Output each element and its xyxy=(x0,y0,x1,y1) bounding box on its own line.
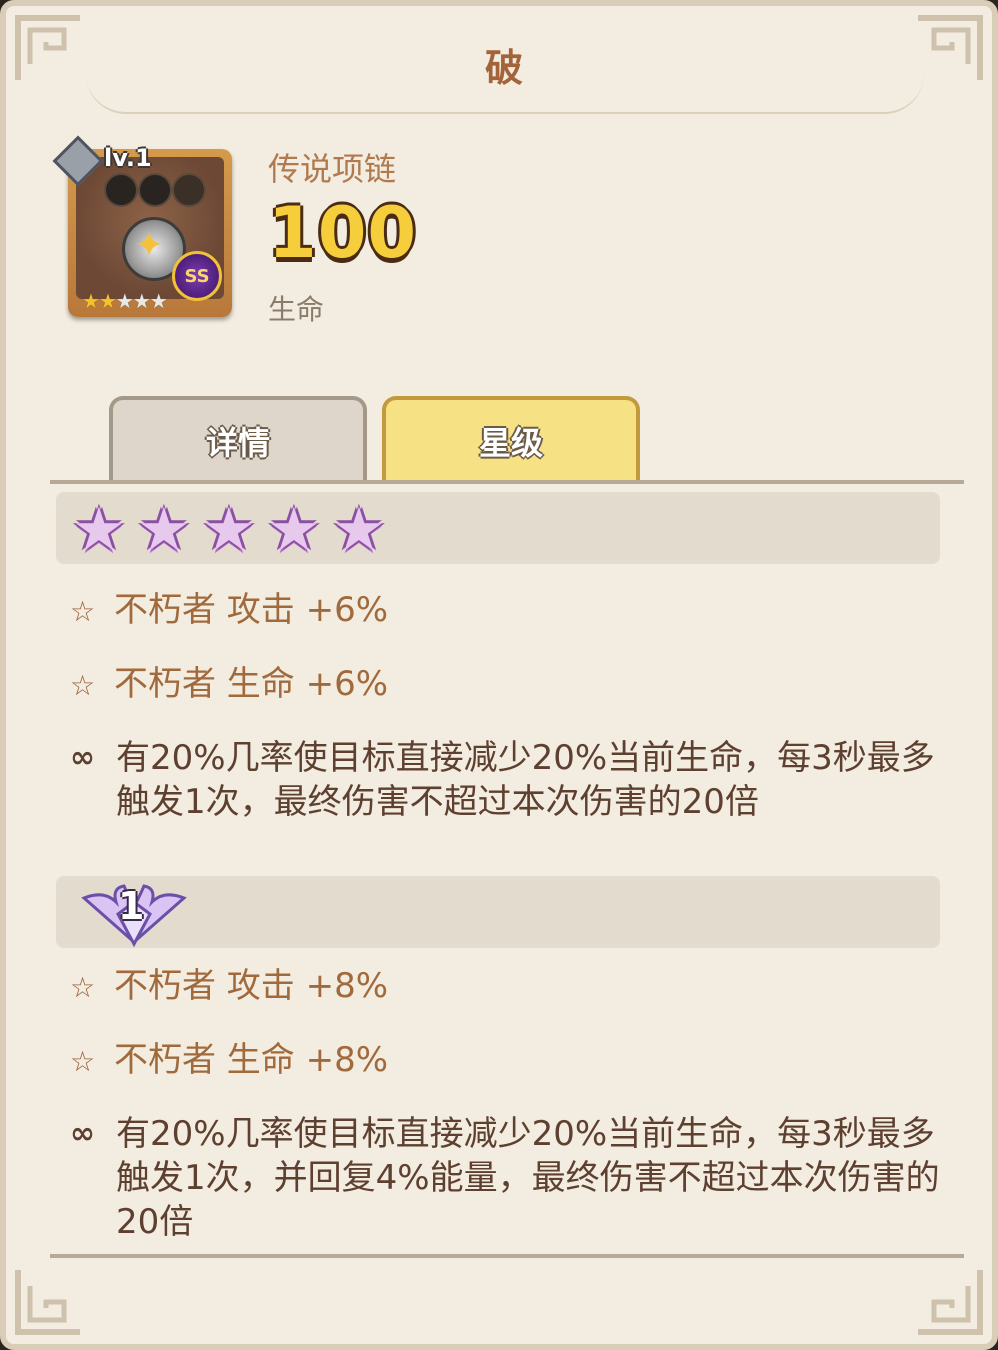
corner-ornament-icon xyxy=(15,15,80,80)
link-icon: ∞ xyxy=(70,1116,95,1151)
bonus-text: 不朽者 生命 +8% xyxy=(114,1040,389,1080)
item-name: 传说项链 xyxy=(268,150,397,188)
bonus-text: 不朽者 攻击 +8% xyxy=(114,966,389,1006)
corner-ornament-icon xyxy=(918,1270,983,1335)
item-icon[interactable]: ✦ SS ★★★★★ xyxy=(68,149,232,317)
rainbow-star-icon: ★ xyxy=(137,495,191,565)
rainbow-star-icon: ★ xyxy=(332,495,386,565)
star-outline-icon: ☆ xyxy=(70,1045,96,1078)
rainbow-star-icon: ★ xyxy=(202,495,256,565)
item-star-rating: ★★★★★ xyxy=(82,289,168,313)
bonus-row: ☆ 不朽者 生命 +6% xyxy=(70,662,388,708)
link-icon: ∞ xyxy=(70,740,95,775)
filled-star-icon: ★ xyxy=(82,289,100,313)
bonus-row: ☆ 不朽者 攻击 +6% xyxy=(70,588,388,634)
equipment-panel: 破 ✦ SS ★★★★★ lv.1 传说项链 100 生命 详情 星级 ★ ★ … xyxy=(0,0,998,1350)
rainbow-star-icon: ★ xyxy=(72,495,126,565)
divider xyxy=(50,1254,964,1258)
corner-ornament-icon xyxy=(15,1270,80,1335)
star-grade-header: ★ ★ ★ ★ ★ xyxy=(56,492,940,564)
star-outline-icon: ☆ xyxy=(70,971,96,1004)
empty-star-icon: ★ xyxy=(115,289,134,313)
empty-star-icon: ★ xyxy=(132,289,151,313)
effect-text: 有20%几率使目标直接减少20%当前生命，每3秒最多触发1次，最终伤害不超过本次… xyxy=(116,738,935,822)
filled-star-icon: ★ xyxy=(98,289,117,313)
star-outline-icon: ☆ xyxy=(70,669,96,702)
item-level: lv.1 xyxy=(104,144,152,172)
tab-details[interactable]: 详情 xyxy=(109,396,367,482)
bonus-row: ☆ 不朽者 生命 +8% xyxy=(70,1038,388,1084)
corner-ornament-icon xyxy=(918,15,983,80)
medal-star-icon: ✦ xyxy=(134,225,165,266)
wing-level-number: 1 xyxy=(118,884,145,928)
bonus-row: ☆ 不朽者 攻击 +8% xyxy=(70,964,388,1010)
tab-star-level[interactable]: 星级 xyxy=(382,396,640,482)
tab-star-level-label: 星级 xyxy=(478,424,543,462)
star-outline-icon: ☆ xyxy=(70,595,96,628)
gem-socket-icon xyxy=(104,173,138,207)
item-stat-label: 生命 xyxy=(268,293,325,326)
effect-description: ∞ 有20%几率使目标直接减少20%当前生命，每3秒最多触发1次，并回复4%能量… xyxy=(70,1112,940,1244)
tab-details-label: 详情 xyxy=(205,424,270,462)
page-title: 破 xyxy=(484,45,525,90)
effect-text: 有20%几率使目标直接减少20%当前生命，每3秒最多触发1次，并回复4%能量，最… xyxy=(116,1114,940,1242)
rainbow-star-icon: ★ xyxy=(267,495,321,565)
wing-grade-header: 1 xyxy=(56,876,940,948)
locked-socket-icon xyxy=(172,173,206,207)
empty-star-icon: ★ xyxy=(149,289,168,313)
gem-socket-icon xyxy=(138,173,172,207)
bonus-text: 不朽者 攻击 +6% xyxy=(114,590,389,630)
item-stat-value: 100 xyxy=(268,192,418,274)
bonus-text: 不朽者 生命 +6% xyxy=(114,664,389,704)
divider xyxy=(50,480,964,484)
effect-description: ∞ 有20%几率使目标直接减少20%当前生命，每3秒最多触发1次，最终伤害不超过… xyxy=(70,736,940,824)
title-bar: 破 xyxy=(86,16,924,114)
grade-badge: SS xyxy=(172,251,222,301)
